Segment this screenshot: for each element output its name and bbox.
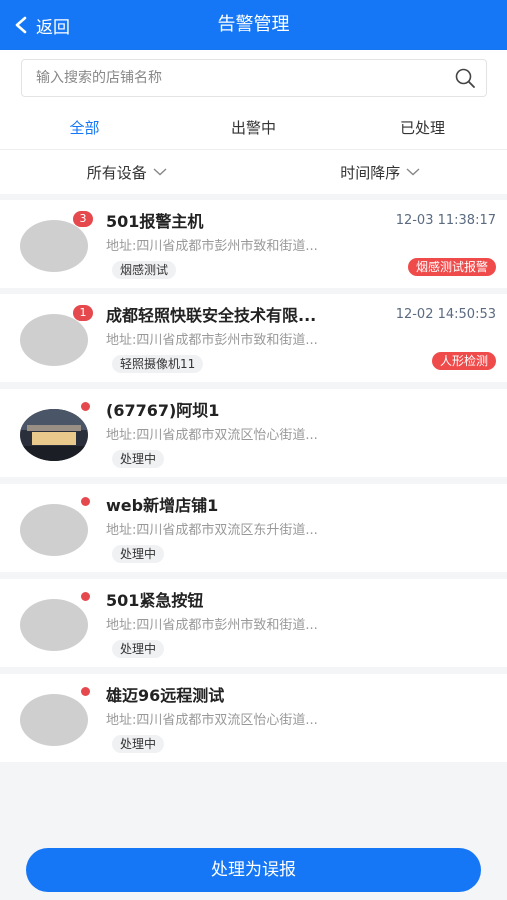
- item-address: 地址:四川省成都市双流区怡心街道...: [106, 713, 318, 728]
- unread-dot: [81, 687, 90, 696]
- avatar: [20, 694, 88, 746]
- avatar: [20, 220, 88, 272]
- avatar: [20, 314, 88, 366]
- alarm-type-badge: 人形检测: [431, 352, 496, 370]
- item-name: web新增店铺1: [106, 496, 219, 515]
- unread-count-badge: 3: [73, 211, 93, 227]
- list-item[interactable]: 3 501报警主机 12-03 11:38:17 地址:四川省成都市彭州市致和街…: [0, 200, 507, 288]
- item-name: 501紧急按钮: [106, 591, 204, 610]
- unread-dot: [81, 592, 90, 601]
- unread-dot: [81, 497, 90, 506]
- status-tag: 处理中: [112, 450, 165, 468]
- filter-bar: 所有设备 时间降序: [0, 150, 507, 194]
- status-tag: 处理中: [112, 545, 165, 563]
- search-icon[interactable]: [454, 67, 476, 89]
- list-item[interactable]: 501紧急按钮 地址:四川省成都市彭州市致和街道... 处理中: [0, 579, 507, 667]
- device-tag: 烟感测试: [112, 261, 177, 279]
- status-tabs: 全部 出警中 已处理: [0, 106, 507, 150]
- list-item[interactable]: 1 成都轻照快联安全技术有限... 12-02 14:50:53 地址:四川省成…: [0, 294, 507, 382]
- list-item[interactable]: (67767)阿坝1 地址:四川省成都市双流区怡心街道... 处理中: [0, 389, 507, 477]
- item-name: 雄迈96远程测试: [106, 686, 225, 705]
- item-address: 地址:四川省成都市双流区东升街道...: [106, 523, 318, 538]
- item-address: 地址:四川省成都市彭州市致和街道...: [106, 618, 318, 633]
- list-item[interactable]: 雄迈96远程测试 地址:四川省成都市双流区怡心街道... 处理中: [0, 674, 507, 762]
- alarm-type-badge: 烟感测试报警: [407, 258, 496, 276]
- search-input[interactable]: [22, 60, 454, 96]
- chevron-down-icon: [153, 168, 167, 176]
- status-tag: 处理中: [112, 735, 165, 753]
- item-address: 地址:四川省成都市双流区怡心街道...: [106, 428, 318, 443]
- sort-filter-label: 时间降序: [340, 163, 401, 182]
- device-tag: 轻照摄像机11: [112, 355, 204, 373]
- tab-all[interactable]: 全部: [0, 106, 169, 149]
- item-name: 501报警主机: [106, 212, 204, 231]
- chevron-down-icon: [406, 168, 420, 176]
- device-filter-label: 所有设备: [86, 163, 147, 182]
- page-title: 告警管理: [217, 14, 290, 35]
- sort-filter[interactable]: 时间降序: [254, 150, 507, 194]
- device-filter[interactable]: 所有设备: [0, 150, 254, 194]
- search-box: [21, 59, 487, 97]
- tab-processed[interactable]: 已处理: [338, 106, 507, 149]
- item-time: 12-02 14:50:53: [395, 307, 496, 322]
- item-name: (67767)阿坝1: [106, 401, 220, 420]
- tab-dispatching[interactable]: 出警中: [169, 106, 338, 149]
- unread-dot: [81, 402, 90, 411]
- status-tag: 处理中: [112, 640, 165, 658]
- item-time: 12-03 11:38:17: [395, 213, 496, 228]
- item-name: 成都轻照快联安全技术有限...: [106, 306, 317, 325]
- app-header: 返回 告警管理: [0, 0, 507, 50]
- avatar: [20, 599, 88, 651]
- store-photo: [20, 409, 88, 461]
- avatar: [20, 409, 88, 461]
- item-address: 地址:四川省成都市彭州市致和街道...: [106, 239, 318, 254]
- avatar: [20, 504, 88, 556]
- search-bar: [0, 50, 507, 106]
- unread-count-badge: 1: [73, 305, 93, 321]
- mark-false-alarm-button[interactable]: 处理为误报: [26, 848, 481, 892]
- list-item[interactable]: web新增店铺1 地址:四川省成都市双流区东升街道... 处理中: [0, 484, 507, 572]
- item-address: 地址:四川省成都市彭州市致和街道...: [106, 333, 318, 348]
